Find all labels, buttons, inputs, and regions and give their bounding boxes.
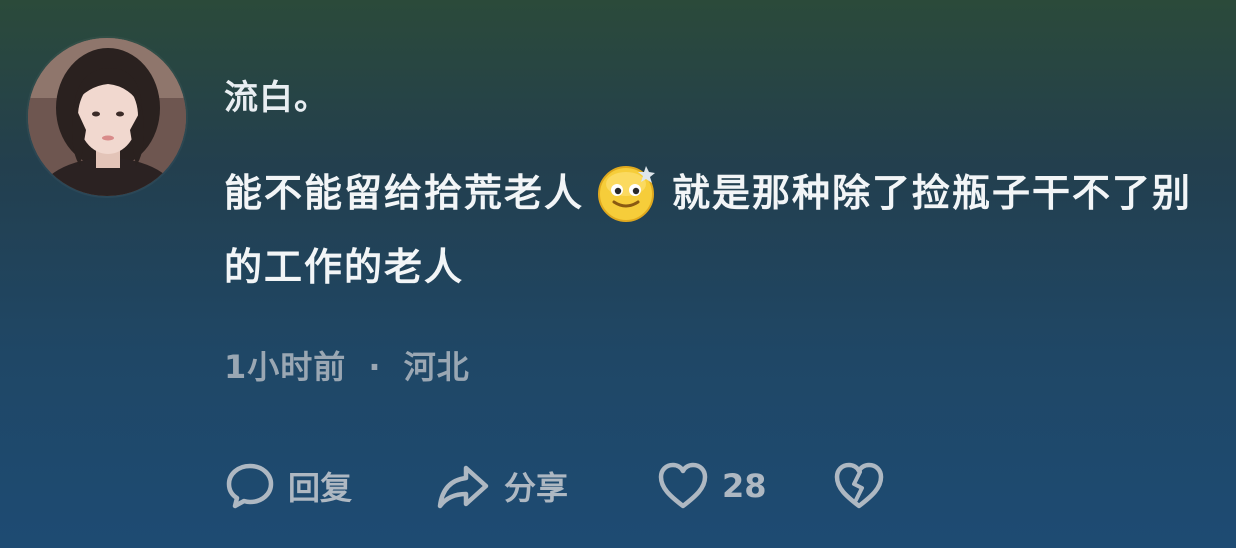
comment-meta: 1小时前 · 河北 <box>224 342 470 388</box>
comment-text: 能不能留给拾荒老人 就是那种除了捡瓶子干不了别的工作的老人 <box>224 158 1214 302</box>
meta-separator: · <box>368 348 382 386</box>
action-bar: 回复 分享 28 <box>224 458 886 514</box>
avatar[interactable] <box>28 38 186 196</box>
comment-location: 河北 <box>403 348 470 386</box>
reply-label: 回复 <box>288 469 353 507</box>
comment-bubble-icon <box>224 460 276 512</box>
smug-face-emoji-icon <box>596 160 660 224</box>
like-button[interactable]: 28 <box>656 460 832 512</box>
reply-button[interactable]: 回复 <box>224 460 434 512</box>
heart-icon <box>656 460 710 512</box>
share-label: 分享 <box>504 469 569 507</box>
avatar-portrait <box>28 38 186 196</box>
share-arrow-icon <box>434 460 492 512</box>
comment-text-part-1: 能不能留给拾荒老人 <box>224 171 585 215</box>
dislike-button[interactable] <box>832 460 886 512</box>
like-count: 28 <box>722 467 767 505</box>
username[interactable]: 流白。 <box>224 70 329 119</box>
broken-heart-icon <box>832 460 886 512</box>
comment-card: 流白。 能不能留给拾荒老人 就是那种除了捡瓶子干不了别的工作的老人 1小时前 · … <box>0 0 1236 548</box>
comment-time: 1小时前 <box>224 348 347 386</box>
share-button[interactable]: 分享 <box>434 460 656 512</box>
